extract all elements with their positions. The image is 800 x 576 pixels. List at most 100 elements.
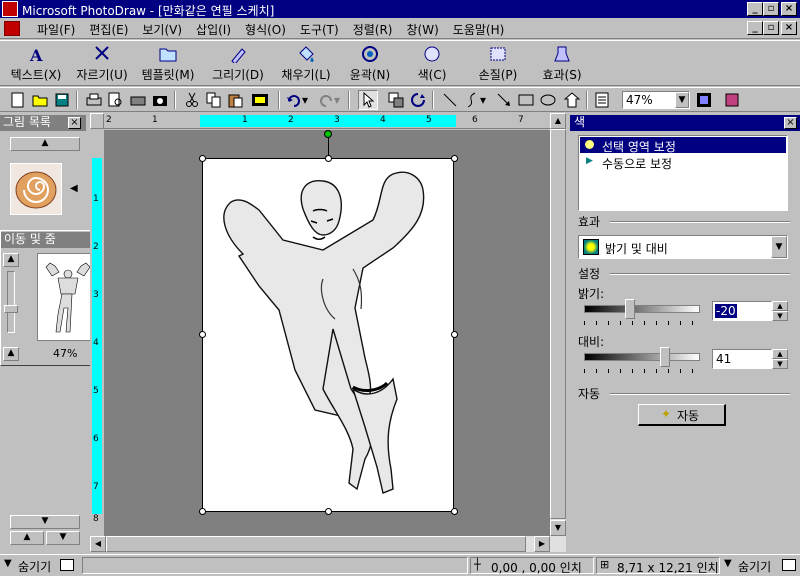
zoom-dropdown-icon[interactable]: ▼ <box>675 92 689 108</box>
visual-menu-outline[interactable]: 윤곽(N) <box>342 43 398 85</box>
horizontal-scroll-thumb[interactable] <box>106 536 526 552</box>
menu-item[interactable]: 정렬(R) <box>346 21 400 38</box>
brightness-down-button[interactable]: ▼ <box>772 311 788 321</box>
visual-menu-scissors[interactable]: 자르기(U) <box>72 43 132 85</box>
rotation-handle[interactable] <box>324 130 332 138</box>
horizontal-scrollbar[interactable]: ◀ ▶ <box>90 536 566 552</box>
resize-handle[interactable] <box>325 508 332 515</box>
contrast-slider-thumb[interactable] <box>660 347 671 367</box>
undo-dropdown-icon[interactable]: ▾ <box>300 90 310 110</box>
visual-menu-template[interactable]: 템플릿(M) <box>136 43 200 85</box>
picture-canvas[interactable] <box>202 158 454 512</box>
scroll-down-button[interactable]: ▼ <box>550 520 566 536</box>
rotate-icon[interactable] <box>408 90 428 110</box>
option-manual[interactable]: ▶ 수동으로 보정 <box>580 154 786 171</box>
line-tool-icon[interactable] <box>440 90 460 110</box>
new-icon[interactable] <box>8 90 28 110</box>
option-select-area[interactable]: 선택 영역 보정 <box>580 137 786 154</box>
contrast-down-button[interactable]: ▼ <box>772 359 788 369</box>
menu-item[interactable]: 삽입(I) <box>189 21 238 38</box>
scroll-bottom-button[interactable]: ▼ <box>46 531 80 545</box>
visual-menu-color[interactable]: 색(C) <box>404 43 460 85</box>
brightness-slider-track[interactable] <box>584 305 700 313</box>
picture-list-icon[interactable] <box>592 90 612 110</box>
picture-list-scroll-up[interactable]: ▲ <box>10 137 80 151</box>
vertical-scrollbar[interactable]: ▲ ▼ <box>550 113 566 536</box>
menu-item[interactable]: 도움말(H) <box>446 21 512 38</box>
pointer-icon[interactable] <box>358 90 378 110</box>
arrange-icon[interactable] <box>386 90 406 110</box>
open-icon[interactable] <box>30 90 50 110</box>
contrast-input[interactable]: 41 <box>712 349 772 369</box>
left-hide-toggle[interactable]: ▼ 숨기기 <box>2 557 78 574</box>
right-hide-toggle[interactable]: ▼ 숨기기 <box>722 557 798 574</box>
clip-gallery-icon[interactable] <box>722 90 742 110</box>
shell-thumbnail[interactable] <box>10 163 62 215</box>
visual-menu-effects[interactable]: 효과(S) <box>536 43 588 85</box>
copy-icon[interactable] <box>204 90 224 110</box>
effect-dropdown[interactable]: 밝기 및 대비 ▼ <box>578 235 788 259</box>
menu-item[interactable]: 편집(E) <box>82 21 135 38</box>
save-icon[interactable] <box>52 90 72 110</box>
autoshape-icon[interactable] <box>562 90 582 110</box>
scroll-up-button[interactable]: ▲ <box>550 113 566 129</box>
contrast-up-button[interactable]: ▲ <box>772 349 788 359</box>
zoom-combobox[interactable]: 47% ▼ <box>622 91 690 109</box>
picture-list-scroll-down[interactable]: ▼ <box>10 515 80 529</box>
menu-item[interactable]: 도구(T) <box>293 21 346 38</box>
close-button[interactable]: × <box>781 2 797 16</box>
picture-list-close-button[interactable]: × <box>68 117 81 129</box>
scroll-right-button[interactable]: ▶ <box>534 536 550 552</box>
brightness-slider-thumb[interactable] <box>625 299 636 319</box>
doc-minimize-button[interactable]: _ <box>747 21 763 35</box>
visual-menu-text[interactable]: A 텍스트(X) <box>4 43 68 85</box>
menu-item[interactable]: 창(W) <box>400 21 446 38</box>
format-painter-icon[interactable] <box>250 90 270 110</box>
resize-handle[interactable] <box>451 331 458 338</box>
auto-button[interactable]: ✦ 자동 <box>638 404 726 426</box>
minimize-button[interactable]: _ <box>747 2 763 16</box>
visual-menu-touchup[interactable]: 손질(P) <box>468 43 528 85</box>
document-icon[interactable] <box>4 21 20 36</box>
doc-restore-button[interactable]: ▫ <box>763 21 779 35</box>
resize-handle[interactable] <box>451 508 458 515</box>
cut-icon[interactable] <box>182 90 202 110</box>
ellipse-tool-icon[interactable] <box>538 90 558 110</box>
rectangle-tool-icon[interactable] <box>516 90 536 110</box>
photodraw-app-icon[interactable] <box>2 1 18 17</box>
menu-item[interactable]: 보기(V) <box>135 21 189 38</box>
effect-dropdown-arrow-icon[interactable]: ▼ <box>771 236 787 258</box>
menu-item[interactable]: 파일(F) <box>30 21 82 38</box>
fit-to-window-icon[interactable] <box>694 90 714 110</box>
vertical-scroll-thumb[interactable] <box>550 129 566 519</box>
redo-dropdown-icon[interactable]: ▾ <box>332 90 342 110</box>
resize-handle[interactable] <box>199 331 206 338</box>
visual-menu-draw[interactable]: 그리기(D) <box>206 43 270 85</box>
resize-handle[interactable] <box>199 155 206 162</box>
workspace[interactable] <box>104 130 550 536</box>
zoom-slider-thumb[interactable] <box>4 305 18 313</box>
brightness-input[interactable]: -20 <box>712 301 772 321</box>
arrow-tool-icon[interactable] <box>494 90 514 110</box>
doc-close-button[interactable]: × <box>781 21 797 35</box>
resize-handle[interactable] <box>325 155 332 162</box>
visual-menu-fill[interactable]: 채우기(L) <box>276 43 336 85</box>
curve-dropdown-icon[interactable]: ▾ <box>478 90 488 110</box>
color-pane-close-button[interactable]: × <box>784 117 797 129</box>
scroll-left-button[interactable]: ◀ <box>90 536 106 552</box>
zoom-in-button[interactable]: ▲ <box>3 253 19 267</box>
correction-options-list[interactable]: 선택 영역 보정 ▶ 수동으로 보정 <box>578 135 788 211</box>
resize-handle[interactable] <box>451 155 458 162</box>
menu-item[interactable]: 형식(O) <box>238 21 293 38</box>
restore-button[interactable]: ▫ <box>763 2 779 16</box>
camera-icon[interactable] <box>150 90 170 110</box>
paste-icon[interactable] <box>226 90 246 110</box>
scroll-top-button[interactable]: ▲ <box>10 531 44 545</box>
scan-icon[interactable] <box>128 90 148 110</box>
brightness-up-button[interactable]: ▲ <box>772 301 788 311</box>
zoom-slider-track[interactable] <box>7 271 15 333</box>
resize-handle[interactable] <box>199 508 206 515</box>
print-icon[interactable] <box>84 90 104 110</box>
contrast-slider-track[interactable] <box>584 353 700 361</box>
print-preview-icon[interactable] <box>106 90 126 110</box>
